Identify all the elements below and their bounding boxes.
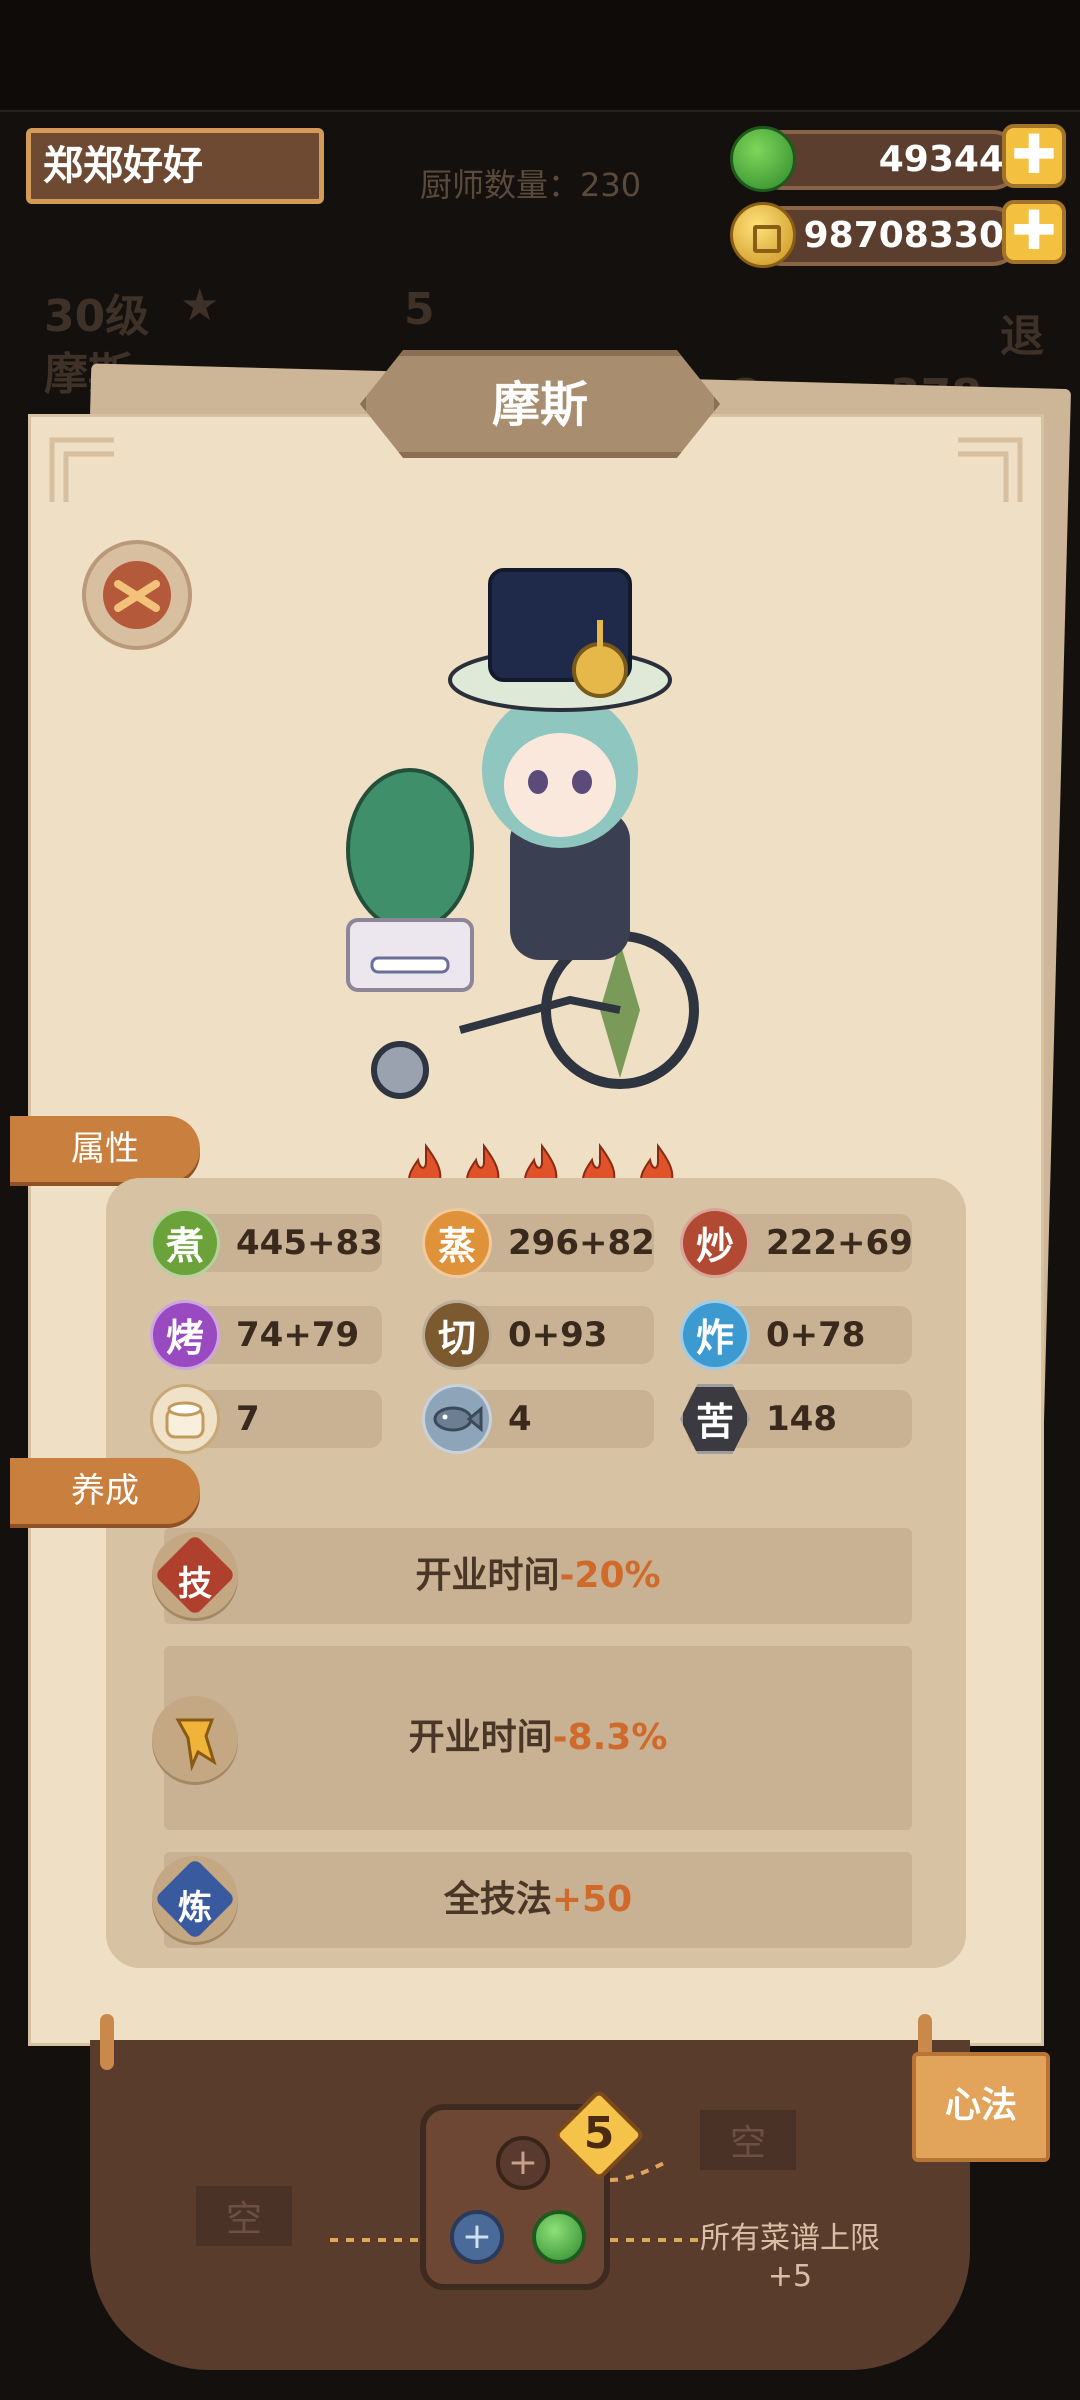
training-skill-text: 开业时间 [415, 1555, 560, 1596]
steam-icon: 蒸 [422, 1208, 492, 1278]
flour-sack-icon [150, 1384, 220, 1454]
bg-badge-number: 5 [404, 284, 435, 335]
bg-return-button: 退 [1000, 311, 1044, 362]
fry-icon: 炸 [680, 1300, 750, 1370]
add-slot-icon[interactable]: + [450, 2210, 504, 2264]
slot-level-number: 5 [583, 2108, 615, 2159]
boil-icon: 煮 [150, 1208, 220, 1278]
roast-icon: 烤 [150, 1300, 220, 1370]
jade-icon [730, 126, 796, 192]
bg-chef-level: 30级 [44, 291, 150, 342]
corner-ornament-icon [958, 437, 1023, 502]
chef-count: 厨师数量：230 [420, 166, 642, 204]
heart-method-button[interactable]: 心法 [912, 2052, 1050, 2162]
bg-star-icon: ★ [180, 280, 220, 331]
heart-method-bonus-desc: 所有菜谱上限+5 [700, 2221, 880, 2294]
empty-slot-right[interactable]: 空 [700, 2110, 797, 2170]
add-jade-button[interactable]: ✚ [1002, 124, 1066, 188]
empty-slot-left[interactable]: 空 [196, 2186, 293, 2246]
scroll-pin-left [100, 2014, 114, 2070]
chef-origin-badge-icon[interactable] [82, 540, 192, 650]
skill-badge-icon: 技 [152, 1532, 238, 1618]
training-equip-row[interactable]: 开业时间-8.3% [164, 1646, 912, 1830]
top-bar [0, 0, 1080, 112]
training-refine-row[interactable]: 全技法+50 [164, 1852, 912, 1948]
refine-badge-icon: 炼 [152, 1856, 238, 1942]
coin-icon [730, 202, 796, 268]
chef-name-title: 摩斯 [491, 377, 588, 433]
player-name[interactable]: 郑郑好好 [26, 128, 324, 204]
training-equip-text: 开业时间 [408, 1717, 553, 1758]
training-refine-text: 全技法 [443, 1879, 552, 1920]
training-refine-bonus: +50 [551, 1879, 633, 1920]
training-skill-row[interactable]: 开业时间-20% [164, 1528, 912, 1624]
stirfry-icon: 炒 [680, 1208, 750, 1278]
training-equip-bonus: -8.3% [552, 1717, 668, 1758]
corner-ornament-icon [49, 437, 114, 502]
fish-icon [422, 1384, 492, 1454]
section-training-tab: 养成 [10, 1458, 200, 1524]
add-coin-button[interactable]: ✚ [1002, 200, 1066, 264]
green-gem-icon [532, 2210, 586, 2264]
section-attributes-tab: 属性 [10, 1116, 200, 1182]
scarf-equipment-icon[interactable] [152, 1696, 238, 1782]
cut-icon: 切 [422, 1300, 492, 1370]
training-skill-bonus: -20% [559, 1555, 661, 1596]
add-slot-icon[interactable]: + [496, 2136, 550, 2190]
chef-portrait [346, 568, 699, 1099]
